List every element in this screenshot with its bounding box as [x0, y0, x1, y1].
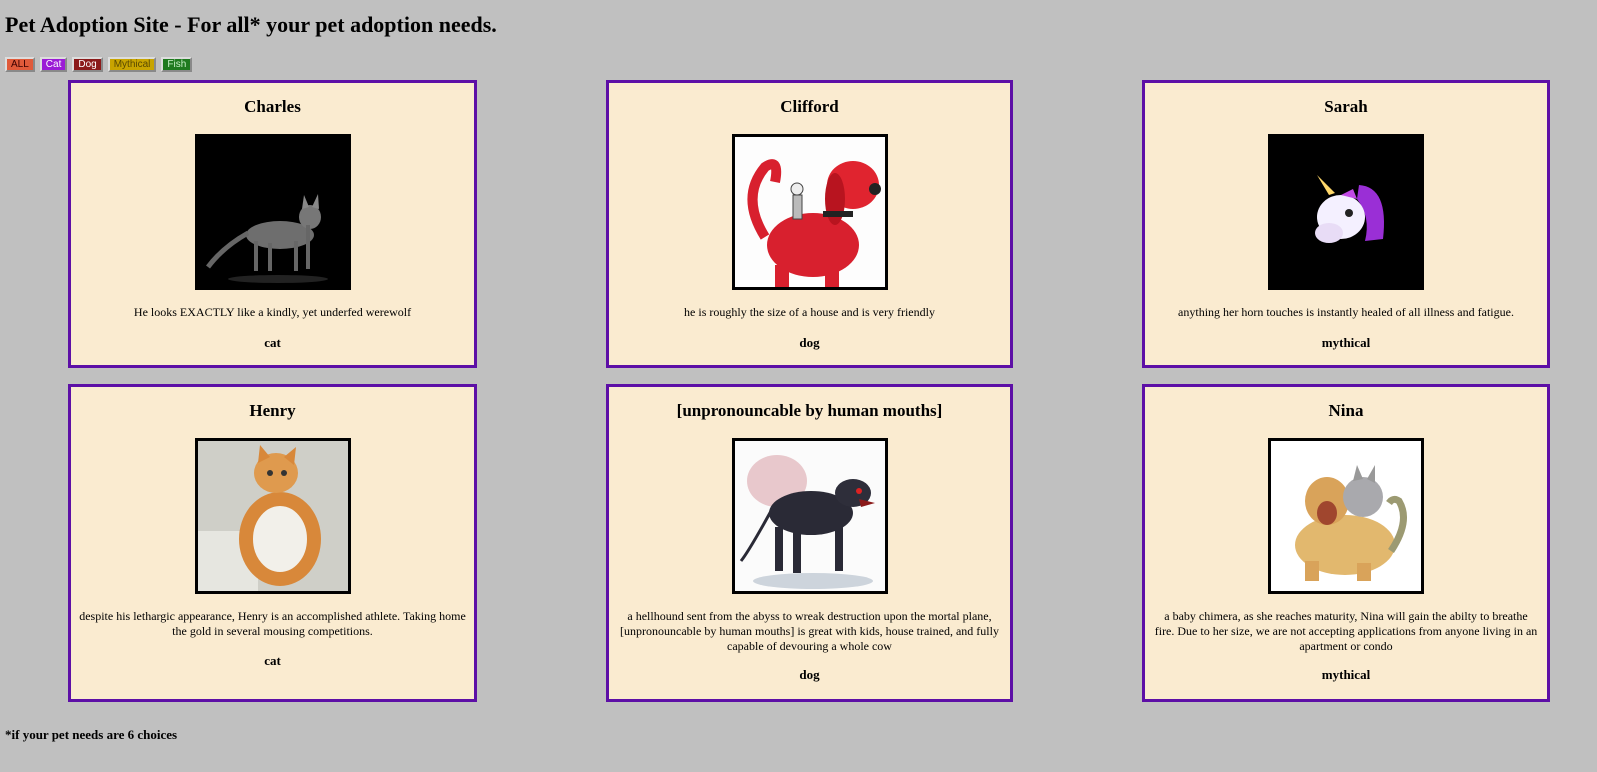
filter-dog-button[interactable]: Dog	[72, 57, 103, 72]
pet-species: dog	[799, 667, 820, 682]
pet-name: [unpronouncable by human mouths]	[676, 401, 943, 420]
pet-name: Henry	[249, 401, 296, 420]
pet-description: anything her horn touches is instantly h…	[1178, 305, 1514, 319]
pet-name: Sarah	[1324, 97, 1368, 116]
filter-cat-button[interactable]: Cat	[39, 57, 68, 72]
pet-species: mythical	[1321, 667, 1371, 682]
pet-description: a baby chimera, as she reaches maturity,…	[1154, 609, 1538, 653]
pet-card: Charles He looks EXACTLY like a kindly, …	[68, 80, 477, 368]
pet-card: Nina a baby chimera, as she reaches matu…	[1142, 384, 1550, 702]
pet-description: He looks EXACTLY like a kindly, yet unde…	[133, 305, 412, 319]
filter-mythical-button[interactable]: Mythical	[107, 57, 157, 72]
pet-description: a hellhound sent from the abyss to wreak…	[620, 609, 999, 653]
pet-species: cat	[264, 335, 281, 350]
big-red-dog-image	[731, 134, 888, 290]
chimera-image	[1268, 438, 1424, 594]
pet-description: he is roughly the size of a house and is…	[684, 305, 935, 319]
filter-fish-button[interactable]: Fish	[161, 57, 193, 72]
pet-card: [unpronouncable by human mouths] a hellh…	[606, 384, 1013, 702]
pet-name: Charles	[244, 97, 301, 116]
footnote: *if your pet needs are 6 choices	[5, 727, 178, 742]
orange-cat-image	[194, 438, 351, 594]
pet-species: cat	[264, 653, 281, 668]
pet-card: Clifford he is roughly the size of a hou…	[606, 80, 1013, 368]
pet-card: Henry despite his lethargic appearance, …	[68, 384, 477, 702]
unicorn-image	[1268, 134, 1424, 290]
filter-bar: ALL Cat Dog Mythical Fish	[5, 57, 193, 72]
pet-name: Clifford	[780, 97, 839, 116]
hellhound-image	[731, 438, 888, 594]
grey-cat-image	[194, 134, 351, 290]
pet-card: Sarah anything her horn touches is insta…	[1142, 80, 1550, 368]
pet-description: despite his lethargic appearance, Henry …	[79, 609, 466, 638]
pet-species: mythical	[1321, 335, 1371, 350]
filter-all-button[interactable]: ALL	[5, 57, 35, 72]
pet-name: Nina	[1328, 401, 1364, 420]
pet-species: dog	[799, 335, 820, 350]
page-title: Pet Adoption Site - For all* your pet ad…	[5, 12, 497, 37]
